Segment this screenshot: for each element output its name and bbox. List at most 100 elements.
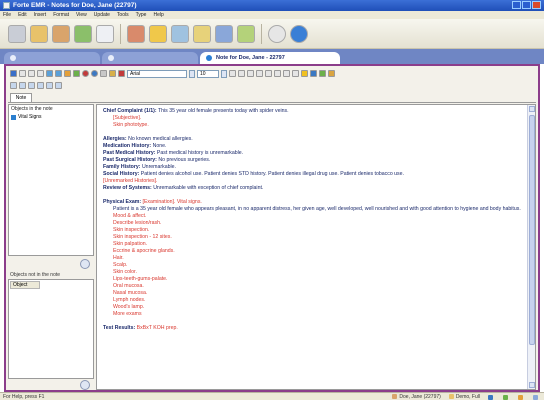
exam-item[interactable]: Describe lesion/rash. <box>103 220 523 227</box>
print-icon[interactable] <box>8 24 26 43</box>
lock-icon[interactable] <box>328 70 335 77</box>
check-icon[interactable] <box>193 24 211 43</box>
exam-item[interactable]: Eccrine & apocrine glands. <box>103 248 523 255</box>
list-item[interactable]: Vital Signs <box>9 114 93 120</box>
patients-group-icon[interactable] <box>74 24 92 43</box>
chevron-down-icon[interactable] <box>221 69 227 78</box>
exam-item[interactable]: Lips-teeth-gums-palate. <box>103 276 523 283</box>
warning-icon[interactable] <box>301 70 308 77</box>
calendar-icon[interactable] <box>237 24 255 43</box>
scroll-down-button[interactable] <box>529 382 535 388</box>
exam-item[interactable]: Nasal mucosa. <box>103 290 523 297</box>
align-left-icon[interactable] <box>256 70 263 77</box>
exam-item[interactable]: Skin inspection. <box>103 227 523 234</box>
vertical-scrollbar[interactable] <box>527 105 535 389</box>
italic-icon[interactable] <box>238 70 245 77</box>
pencil-icon[interactable] <box>149 24 167 43</box>
folder-icon[interactable] <box>30 24 48 43</box>
menu-format[interactable]: Format <box>53 12 69 18</box>
chevron-down-icon[interactable] <box>189 69 195 78</box>
undo-icon[interactable] <box>37 82 44 89</box>
exam-item[interactable]: Wood's lamp. <box>103 304 523 311</box>
bullets-icon[interactable] <box>283 70 290 77</box>
close-button[interactable] <box>532 1 541 9</box>
menu-view[interactable]: View <box>76 12 87 18</box>
maximize-button[interactable] <box>522 1 531 9</box>
tab-2[interactable] <box>102 52 198 64</box>
exam-item[interactable]: Hair. <box>103 255 523 262</box>
user-icon[interactable] <box>127 24 145 43</box>
underline-icon[interactable] <box>247 70 254 77</box>
menu-help[interactable]: Help <box>153 12 163 18</box>
copy-icon[interactable] <box>19 82 26 89</box>
menu-insert[interactable]: Insert <box>34 12 47 18</box>
blue-circle-icon[interactable] <box>91 70 98 77</box>
send-icon[interactable] <box>46 70 53 77</box>
objects-not-in-note-list[interactable]: Object <box>8 279 94 379</box>
unremarked-link[interactable]: [Unremarked Histories]. <box>103 178 523 185</box>
object-column-header[interactable]: Object <box>10 281 40 289</box>
sign-icon[interactable] <box>64 70 71 77</box>
forward-icon[interactable] <box>55 70 62 77</box>
menu-edit[interactable]: Edit <box>18 12 27 18</box>
align-right-icon[interactable] <box>274 70 281 77</box>
exam-item[interactable]: Oral mucosa. <box>103 283 523 290</box>
print-icon[interactable] <box>28 70 35 77</box>
menu-bar: File Edit Insert Format View Update Tool… <box>0 11 544 19</box>
exam-item[interactable]: Skin palpation. <box>103 241 523 248</box>
accept-icon[interactable] <box>73 70 80 77</box>
exam-item[interactable]: More exams <box>103 311 523 318</box>
tab-icon <box>108 55 114 61</box>
exam-item[interactable]: Skin color. <box>103 269 523 276</box>
scroll-up-button[interactable] <box>529 106 535 112</box>
power-icon[interactable] <box>268 24 286 43</box>
exam-item[interactable]: Skin inspection - 12 sites. <box>103 234 523 241</box>
font-size-select[interactable]: 10 <box>197 69 219 78</box>
exam-item[interactable]: Lymph nodes. <box>103 297 523 304</box>
red-circle-icon[interactable] <box>82 70 89 77</box>
subjective-link[interactable]: [Subjective]. <box>103 115 523 122</box>
collapse-button[interactable] <box>80 380 90 390</box>
document-icon[interactable] <box>96 24 114 43</box>
bold-icon[interactable] <box>229 70 236 77</box>
tool-icon[interactable] <box>100 70 107 77</box>
menu-file[interactable]: File <box>3 12 11 18</box>
save-icon[interactable] <box>10 70 17 77</box>
clip-icon[interactable] <box>109 70 116 77</box>
skin-phototype-link[interactable]: Skin phototype. <box>103 122 523 129</box>
align-center-icon[interactable] <box>265 70 272 77</box>
tab-note[interactable]: Note for Doe, Jane - 22797 <box>200 52 340 64</box>
table-icon[interactable] <box>46 82 53 89</box>
minimize-button[interactable] <box>512 1 521 9</box>
help-icon[interactable] <box>310 70 317 77</box>
paste-icon[interactable] <box>28 82 35 89</box>
move-object-button[interactable] <box>80 259 90 269</box>
help-icon[interactable] <box>290 24 308 43</box>
preview-icon[interactable] <box>37 70 44 77</box>
allergies-line: Allergies: No known medical allergies. <box>103 136 193 142</box>
menu-update[interactable]: Update <box>94 12 110 18</box>
people-icon[interactable] <box>215 24 233 43</box>
subtab-note[interactable]: Note <box>10 93 32 102</box>
chart-icon[interactable] <box>171 24 189 43</box>
patient-icon[interactable] <box>52 24 70 43</box>
scroll-thumb[interactable] <box>529 115 535 345</box>
note-editor[interactable]: Chief Complaint (1/1): This 35 year old … <box>96 104 536 390</box>
tab-1[interactable] <box>4 52 100 64</box>
menu-tools[interactable]: Tools <box>117 12 129 18</box>
font-select[interactable]: Arial <box>127 69 187 78</box>
menu-type[interactable]: Type <box>136 12 147 18</box>
stop-icon[interactable] <box>118 70 125 77</box>
new-icon[interactable] <box>19 70 26 77</box>
chart-icon[interactable] <box>319 70 326 77</box>
numbering-icon[interactable] <box>292 70 299 77</box>
test-results-line: Test Results: BxBxT KOH prep. <box>103 325 178 331</box>
grid-icon[interactable] <box>55 82 62 89</box>
exam-item[interactable]: Mood & affect. <box>103 213 523 220</box>
objects-in-note-list[interactable]: Objects in the note Vital Signs <box>8 104 94 256</box>
exam-item[interactable]: Scalp. <box>103 262 523 269</box>
subtab-divider <box>8 102 536 103</box>
cut-icon[interactable] <box>10 82 17 89</box>
